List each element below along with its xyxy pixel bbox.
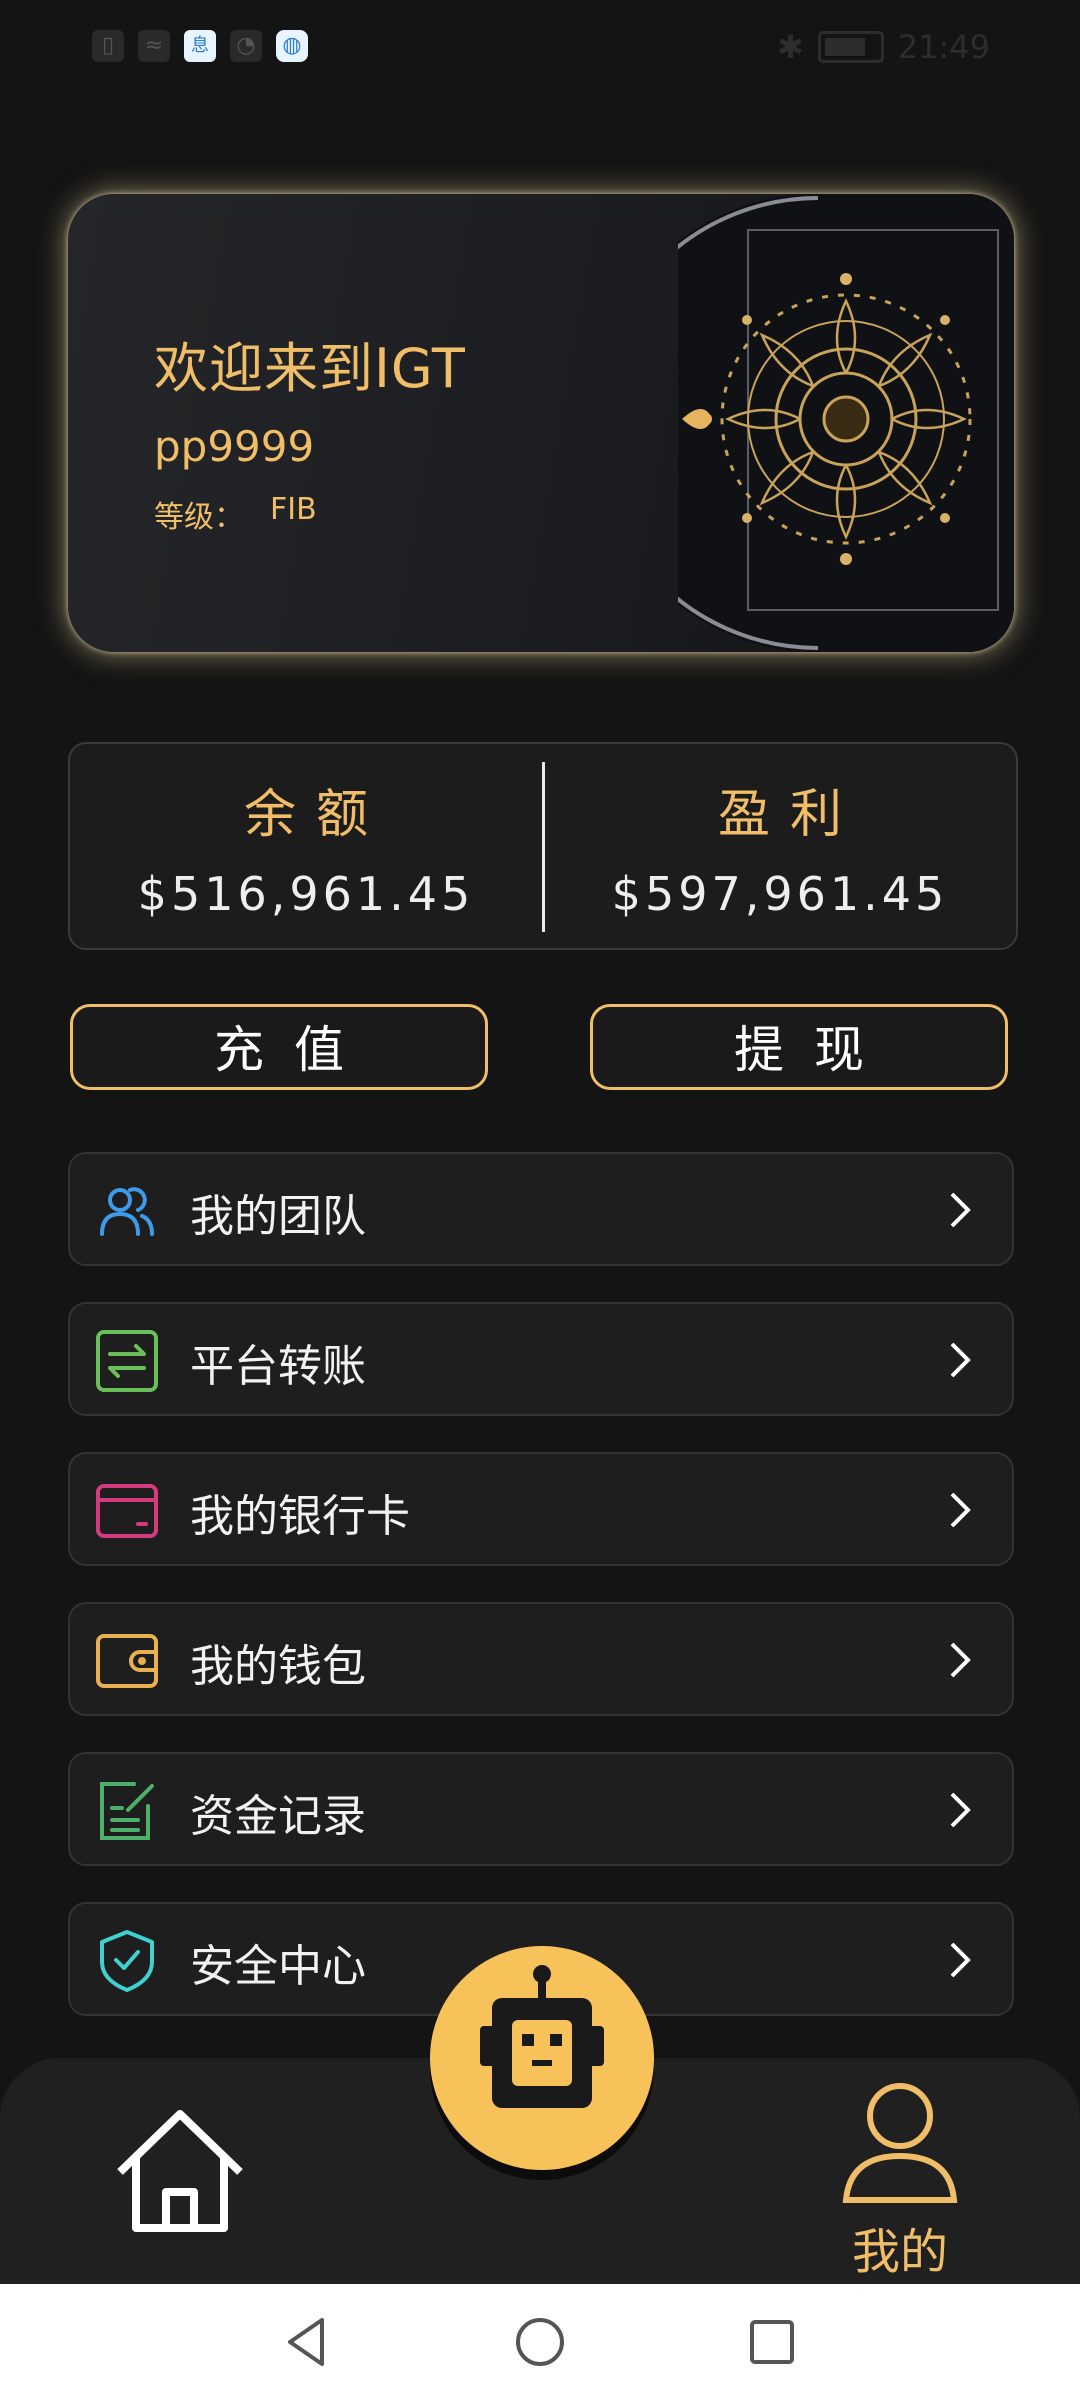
back-icon[interactable]: [278, 2312, 338, 2372]
transfer-icon: [96, 1330, 158, 1392]
battery-icon: [817, 31, 884, 63]
wifi-icon: ≈: [138, 30, 170, 62]
team-icon: [100, 1187, 154, 1236]
bank-card-icon: [96, 1484, 158, 1538]
clock: 21:49: [897, 28, 990, 66]
menu-label: 我的钱包: [190, 1641, 366, 1692]
menu-item-fund-records[interactable]: 资金记录: [68, 1752, 1014, 1866]
mandala-decoration-icon: [678, 194, 1014, 652]
nav-tab-me[interactable]: 我的: [830, 2070, 970, 2280]
app-notification-icon: 息: [184, 30, 216, 62]
sim-icon: ▯: [92, 30, 124, 62]
system-navigation-bar: [0, 2284, 1080, 2400]
balance-section: 余额 $516,961.45: [70, 744, 542, 948]
level-row: 等级： FIB: [154, 492, 317, 536]
welcome-title: 欢迎来到IGT: [154, 337, 466, 400]
profit-value: $597,961.45: [611, 867, 949, 921]
welcome-card: 欢迎来到IGT pp9999 等级： FIB: [68, 194, 1014, 652]
home-circle-icon[interactable]: [510, 2312, 570, 2372]
chevron-right-icon: [950, 1942, 971, 1978]
wallet-icon: [96, 1634, 158, 1688]
balance-value: $516,961.45: [137, 867, 475, 921]
bluetooth-icon: ✱: [776, 28, 804, 66]
balance-label: 余额: [243, 785, 388, 845]
withdraw-button[interactable]: 提现: [590, 1004, 1008, 1090]
recharge-button[interactable]: 充值: [70, 1004, 488, 1090]
menu-item-bank-card[interactable]: 我的银行卡: [68, 1452, 1014, 1566]
username: pp9999: [154, 422, 315, 471]
wechat-icon: ◔: [230, 30, 262, 62]
menu-label: 我的团队: [190, 1191, 366, 1242]
chevron-right-icon: [950, 1642, 971, 1678]
balance-panel: 余额 $516,961.45 盈利 $597,961.45: [68, 742, 1018, 950]
chevron-right-icon: [950, 1492, 971, 1528]
menu-item-wallet[interactable]: 我的钱包: [68, 1602, 1014, 1716]
menu-item-my-team[interactable]: 我的团队: [68, 1152, 1014, 1266]
status-bar: ▯ ≈ 息 ◔ ◍ ✱ 21:49: [0, 0, 1080, 110]
recent-apps-icon[interactable]: [742, 2312, 802, 2372]
menu-label: 我的银行卡: [190, 1491, 410, 1542]
nav-tab-me-label: 我的: [851, 2224, 948, 2280]
profit-section: 盈利 $597,961.45: [544, 744, 1016, 948]
fund-record-icon: [100, 1782, 154, 1840]
user-profile-icon: [842, 2083, 958, 2203]
menu-label: 资金记录: [190, 1791, 366, 1842]
level-label: 等级：: [154, 500, 244, 535]
level-value: FIB: [270, 492, 317, 527]
profit-label: 盈利: [717, 785, 862, 845]
chevron-right-icon: [950, 1792, 971, 1828]
status-icons-right: ✱ 21:49: [777, 28, 990, 66]
security-shield-icon: [100, 1930, 154, 1992]
chevron-right-icon: [950, 1342, 971, 1378]
menu-item-platform-transfer[interactable]: 平台转账: [68, 1302, 1014, 1416]
menu-label: 安全中心: [190, 1941, 366, 1992]
home-icon[interactable]: [110, 2100, 250, 2240]
menu-label: 平台转账: [190, 1341, 366, 1392]
robot-assistant-button[interactable]: [430, 1946, 654, 2170]
chevron-right-icon: [950, 1192, 971, 1228]
browser-notification-icon: ◍: [276, 30, 308, 62]
robot-icon: [480, 1965, 604, 2108]
status-icons-left: ▯ ≈ 息 ◔ ◍: [92, 30, 308, 62]
